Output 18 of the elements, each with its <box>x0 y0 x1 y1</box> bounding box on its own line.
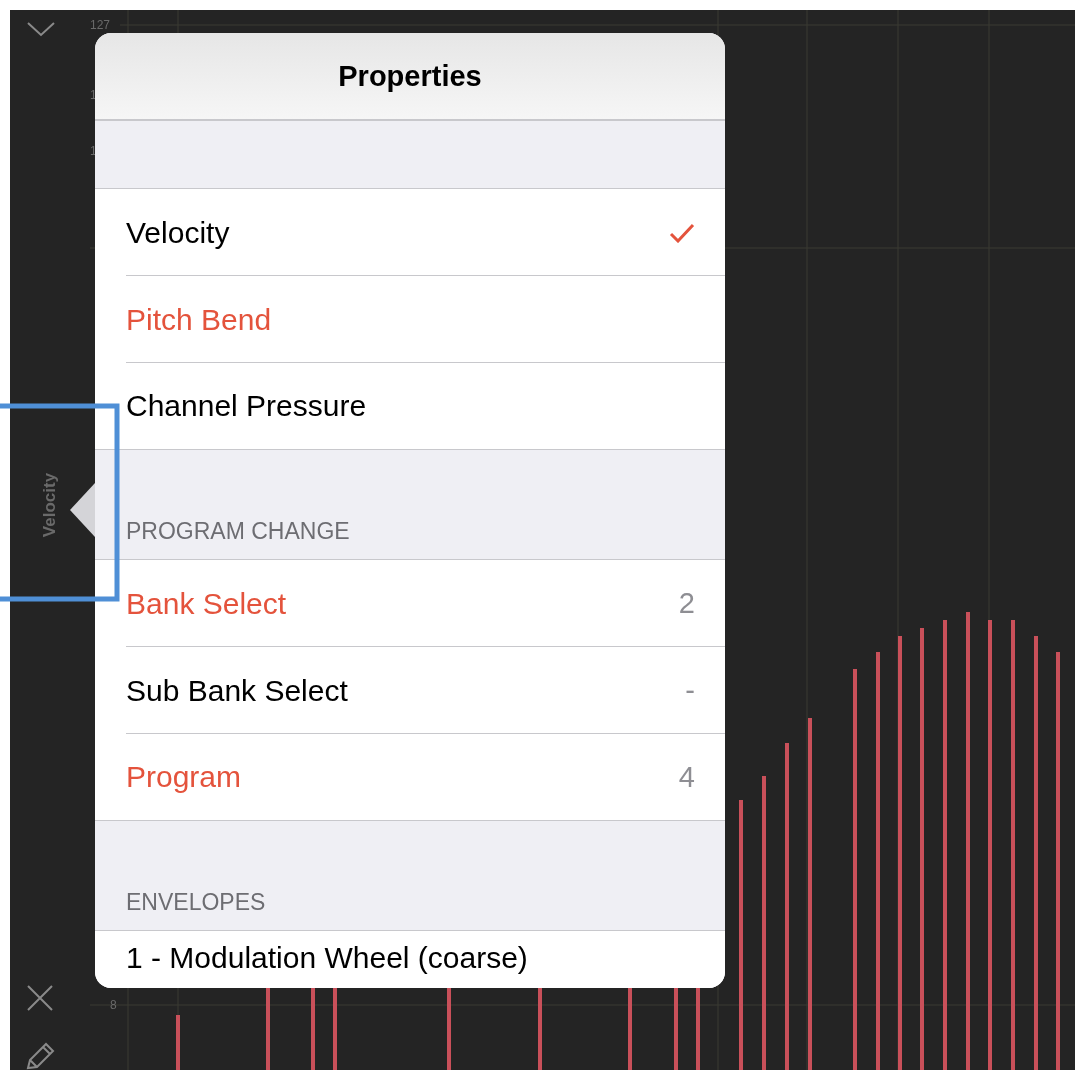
chevron-down-icon[interactable] <box>26 21 56 37</box>
popover-pointer <box>70 483 95 537</box>
axis-label: 127 <box>90 18 111 32</box>
pencil-icon[interactable] <box>25 1042 55 1070</box>
menu-item[interactable]: Velocity <box>95 189 725 276</box>
menu-item[interactable]: Channel Pressure <box>95 363 725 450</box>
velocity-bar <box>176 1015 180 1070</box>
menu-item[interactable]: 1 - Modulation Wheel (coarse) <box>95 931 725 988</box>
section-header: PROGRAM CHANGE <box>126 518 350 545</box>
popover-title: Properties <box>95 33 725 121</box>
menu-item[interactable]: Sub Bank Select - <box>95 647 725 734</box>
menu-item[interactable]: Pitch Bend <box>95 276 725 363</box>
menu-item[interactable]: Bank Select 2 <box>95 560 725 647</box>
axis-label: 8 <box>110 998 117 1012</box>
close-icon[interactable] <box>27 985 53 1011</box>
section-header: ENVELOPES <box>126 889 266 916</box>
menu-item[interactable]: Program 4 <box>95 734 725 821</box>
sidebar-label: Velocity <box>40 472 60 538</box>
